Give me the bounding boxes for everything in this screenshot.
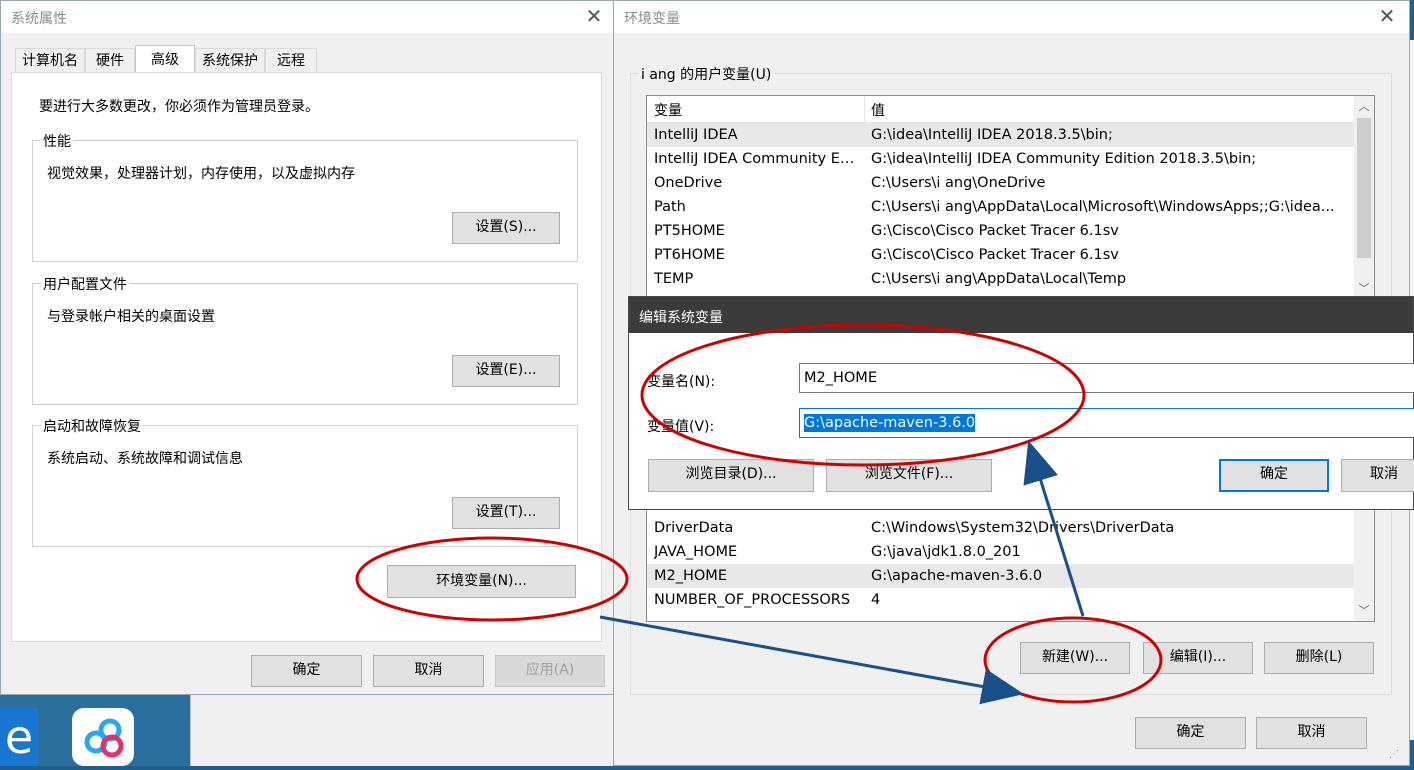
annotation-ellipse — [983, 616, 1163, 704]
annotation-overlay — [355, 323, 1163, 705]
annotation-ellipse — [640, 323, 1086, 467]
annotation-arrow — [599, 615, 1024, 705]
annotation-ellipse — [355, 536, 629, 622]
annotation-arrow — [1023, 440, 1085, 617]
